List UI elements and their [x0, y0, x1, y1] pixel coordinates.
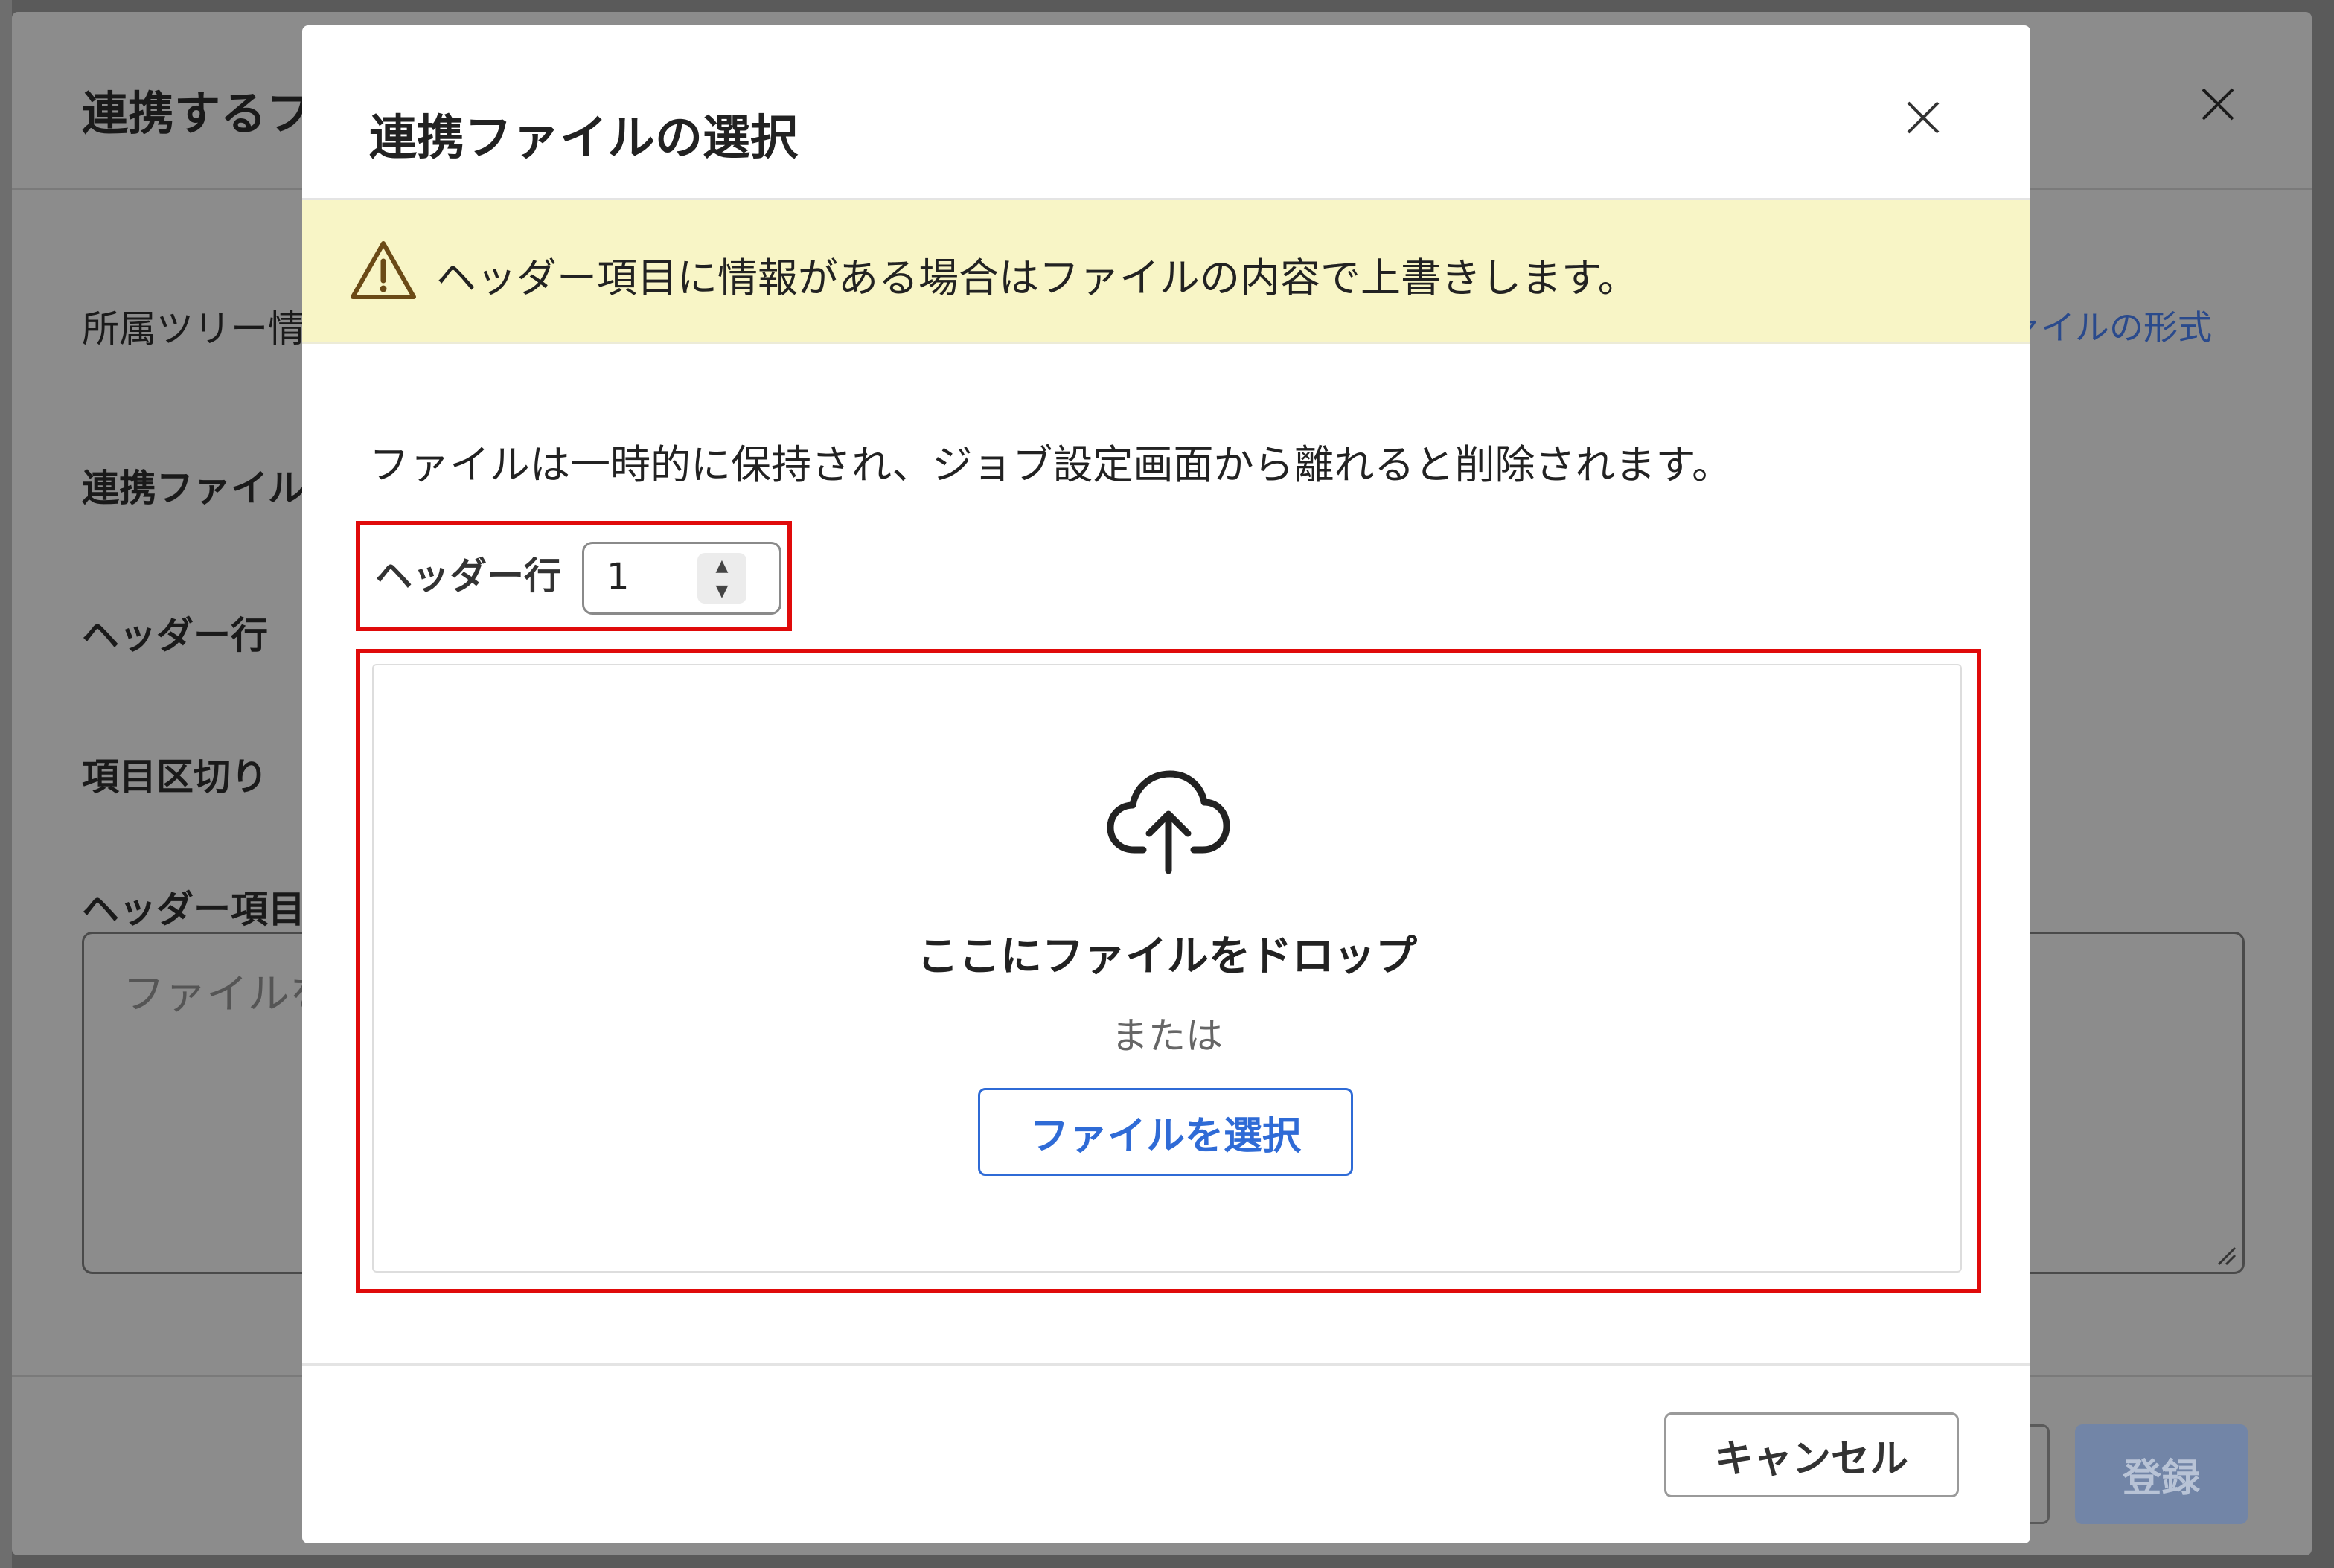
background-label-header-row: ヘッダー行 — [82, 614, 268, 657]
drop-zone-or: または — [1111, 1014, 1223, 1057]
background-label-delimiter: 項目区切り — [82, 755, 268, 799]
file-drop-zone[interactable]: ここにファイルをドロップ または ファイルを選択 — [372, 664, 1962, 1273]
background-label-tree: 所属ツリー情 — [82, 307, 305, 351]
warning-text: ヘッダー項目に情報がある場合はファイルの内容で上書きします。 — [436, 255, 1638, 301]
background-label-header-items: ヘッダー項目* — [82, 880, 324, 933]
modal-title: 連携ファイルの選択 — [369, 111, 798, 166]
modal-footer-divider — [302, 1363, 2030, 1366]
background-textarea-placeholder: ファイルを — [123, 970, 331, 1019]
background-format-link[interactable]: ァイルの形式 — [2007, 301, 2212, 350]
spin-up-icon[interactable]: ▲ — [697, 553, 746, 578]
background-register-button[interactable]: 登録 — [2075, 1424, 2248, 1524]
spinner-control[interactable]: ▲ ▼ — [697, 553, 746, 604]
cloud-upload-icon — [1107, 770, 1230, 874]
header-row-value: 1 — [607, 556, 630, 598]
header-row-label: ヘッダー行 — [375, 554, 561, 598]
file-select-modal: 連携ファイルの選択 ヘッダー項目に情報がある場合はファイルの内容で上書きします。… — [302, 25, 2030, 1543]
warning-icon — [351, 241, 416, 299]
info-text: ファイルは一時的に保持され、ジョブ設定画面から離れると削除されます。 — [369, 441, 1733, 488]
background-dialog-title: 連携するフ — [82, 86, 313, 141]
background-close-icon[interactable] — [2194, 80, 2242, 128]
cancel-button[interactable]: キャンセル — [1664, 1412, 1959, 1497]
drop-zone-title: ここにファイルをドロップ — [917, 932, 1417, 981]
header-row-highlight: ヘッダー行 1 ▲ ▼ — [356, 521, 792, 631]
warning-banner: ヘッダー項目に情報がある場合はファイルの内容で上書きします。 — [302, 200, 2030, 344]
header-row-stepper[interactable]: 1 ▲ ▼ — [582, 542, 781, 615]
resize-handle-icon[interactable] — [2214, 1244, 2237, 1266]
background-label-header-items-text: ヘッダー項目 — [82, 888, 305, 931]
spin-down-icon[interactable]: ▼ — [697, 578, 746, 604]
page-edge — [0, 0, 12, 1568]
close-icon[interactable] — [1895, 89, 1951, 146]
background-label-file: 連携ファイル — [82, 467, 305, 510]
select-file-button[interactable]: ファイルを選択 — [978, 1088, 1353, 1176]
drop-zone-highlight: ここにファイルをドロップ または ファイルを選択 — [356, 649, 1981, 1293]
